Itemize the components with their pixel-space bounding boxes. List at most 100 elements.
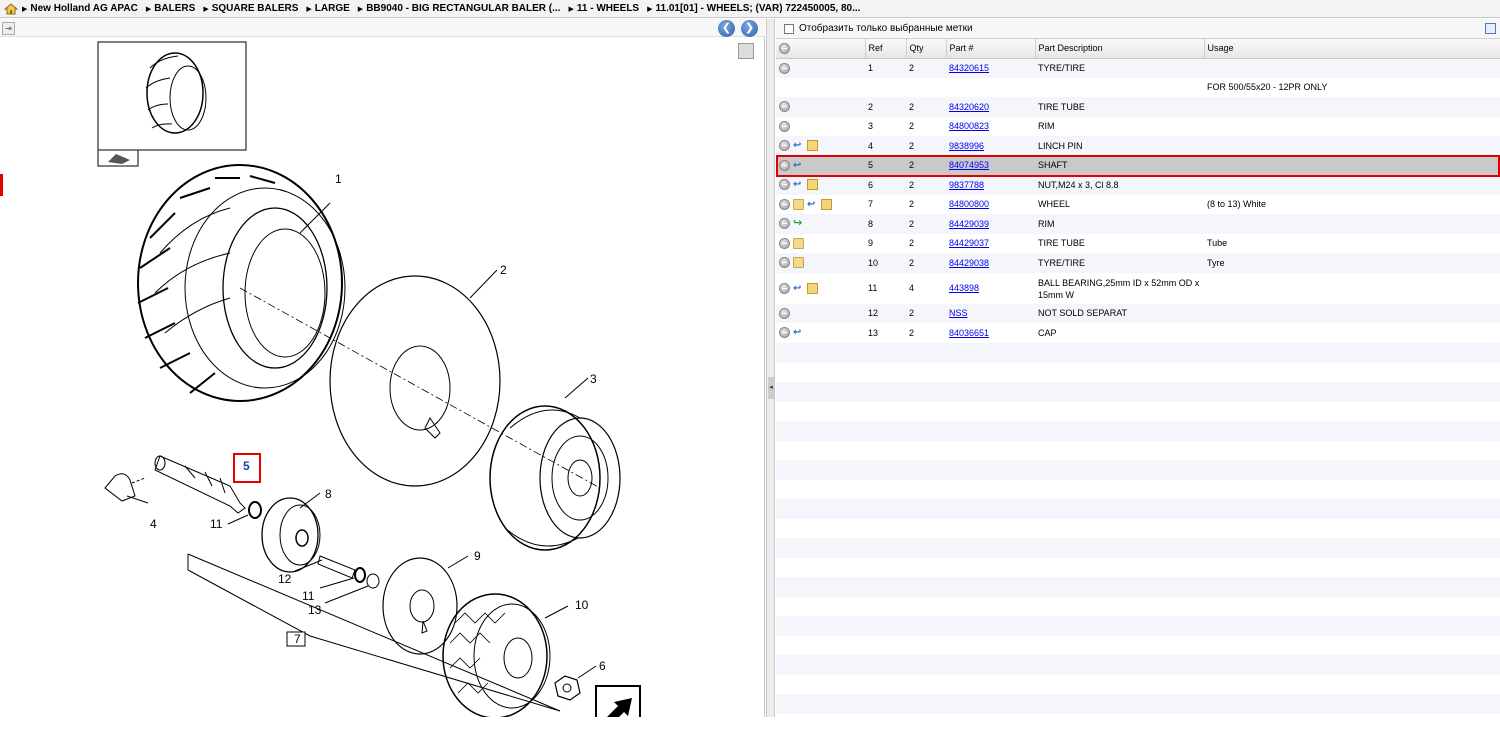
cell-part-number[interactable]: 84320620 <box>946 97 1035 117</box>
table-row[interactable]: ↩5284074953SHAFT <box>776 156 1500 176</box>
replacement-arrow-icon[interactable]: ↩ <box>793 160 804 171</box>
cell-part-number-text[interactable]: 9838996 <box>949 141 984 151</box>
breadcrumb-item[interactable]: ▶11.01[01] - WHEELS; (VAR) 722450005, 80… <box>647 3 860 14</box>
table-row[interactable]: 9284429037TIRE TUBETube <box>776 234 1500 254</box>
callout-label-8[interactable]: 8 <box>325 487 332 501</box>
table-row[interactable]: 10284429038TYRE/TIRETyre <box>776 253 1500 273</box>
callout-label-11[interactable]: 11 <box>302 589 315 603</box>
package-icon[interactable] <box>807 179 818 190</box>
cell-part-number-text[interactable]: 84429037 <box>949 238 989 248</box>
breadcrumb-item[interactable]: ▶New Holland AG APAC <box>22 3 138 14</box>
package-icon[interactable] <box>807 283 818 294</box>
callout-label-3[interactable]: 3 <box>590 372 597 386</box>
replacement-arrow-icon[interactable]: ↩ <box>793 327 804 338</box>
forward-arrow-icon[interactable]: ↪ <box>793 218 804 229</box>
cell-part-number-text[interactable]: 84320620 <box>949 102 989 112</box>
callout-label-2[interactable]: 2 <box>500 263 507 277</box>
table-row[interactable]: FOR 500/55x20 - 12PR ONLY <box>776 78 1500 98</box>
callout-label-5[interactable]: 5 <box>243 459 250 473</box>
table-row[interactable]: 2284320620TIRE TUBE <box>776 97 1500 117</box>
cell-part-number-text[interactable]: 84429038 <box>949 258 989 268</box>
expand-row-icon[interactable] <box>779 140 790 151</box>
cell-part-number[interactable]: 84429038 <box>946 253 1035 273</box>
callout-label-7[interactable]: 7 <box>294 632 301 646</box>
table-row[interactable]: ↩7284800800WHEEL(8 to 13) White <box>776 195 1500 215</box>
cell-part-number-text[interactable]: 9837788 <box>949 180 984 190</box>
expand-row-icon[interactable] <box>779 199 790 210</box>
callout-label-12[interactable]: 12 <box>278 572 292 586</box>
callout-label-1[interactable]: 1 <box>335 172 342 186</box>
callout-label-13[interactable]: 13 <box>308 603 322 617</box>
cell-part-number[interactable]: 84074953 <box>946 156 1035 176</box>
cell-part-number-text[interactable]: NSS <box>949 308 968 318</box>
callout-label-6[interactable]: 6 <box>599 659 606 673</box>
breadcrumb-item[interactable]: ▶SQUARE BALERS <box>203 3 298 14</box>
expand-row-icon[interactable] <box>779 308 790 319</box>
collapse-arrow-icon[interactable]: ◂ <box>768 377 774 399</box>
breadcrumb-item[interactable]: ▶LARGE <box>306 3 349 14</box>
column-header-icons[interactable] <box>776 39 865 58</box>
thumbnail[interactable] <box>98 42 246 166</box>
table-row[interactable]: ↩429838996LINCH PIN <box>776 136 1500 156</box>
expand-row-icon[interactable] <box>779 179 790 190</box>
expand-row-icon[interactable] <box>779 218 790 229</box>
table-row[interactable]: 3284800823RIM <box>776 117 1500 137</box>
cell-part-number-text[interactable]: 84320615 <box>949 63 989 73</box>
cell-part-number-text[interactable]: 84800800 <box>949 199 989 209</box>
next-diagram-button[interactable]: ❯ <box>741 20 758 37</box>
cell-part-number-text[interactable]: 84429039 <box>949 219 989 229</box>
table-row[interactable]: 1284320615TYRE/TIRE <box>776 58 1500 78</box>
breadcrumb-item[interactable]: ▶BALERS <box>146 3 196 14</box>
breadcrumb-item[interactable]: ▶11 - WHEELS <box>568 3 639 14</box>
expand-row-icon[interactable] <box>779 160 790 171</box>
cell-part-number[interactable] <box>946 78 1035 98</box>
callout-label-4[interactable]: 4 <box>150 517 157 531</box>
callout-label-10[interactable]: 10 <box>575 598 589 612</box>
previous-diagram-button[interactable]: ❮ <box>718 20 735 37</box>
next-view-arrow-icon[interactable] <box>596 686 640 717</box>
list-options-icon[interactable] <box>1485 23 1496 34</box>
expand-row-icon[interactable] <box>779 283 790 294</box>
folder-icon[interactable] <box>793 238 804 249</box>
cell-part-number[interactable]: 84429037 <box>946 234 1035 254</box>
cell-part-number-text[interactable]: 84800823 <box>949 121 989 131</box>
column-header-description[interactable]: Part Description <box>1035 39 1204 58</box>
table-row[interactable]: ↩114443898BALL BEARING,25mm ID x 52mm OD… <box>776 273 1500 304</box>
column-header-part-number[interactable]: Part # <box>946 39 1035 58</box>
panel-splitter[interactable]: ◂ <box>766 19 775 717</box>
expand-panel-button[interactable]: ⇥ <box>2 22 15 35</box>
expand-row-icon[interactable] <box>779 257 790 268</box>
replacement-arrow-icon[interactable]: ↩ <box>807 199 818 210</box>
home-icon[interactable] <box>4 3 18 15</box>
package-icon[interactable] <box>807 140 818 151</box>
cell-part-number-text[interactable]: 443898 <box>949 283 979 293</box>
callout-label-9[interactable]: 9 <box>474 549 481 563</box>
table-row[interactable]: ↪8284429039RIM <box>776 214 1500 234</box>
expand-row-icon[interactable] <box>779 327 790 338</box>
cell-part-number[interactable]: 9837788 <box>946 175 1035 195</box>
table-row[interactable]: ↩629837788NUT,M24 x 3, Cl 8.8 <box>776 175 1500 195</box>
folder-icon[interactable] <box>793 257 804 268</box>
cell-part-number[interactable]: 9838996 <box>946 136 1035 156</box>
show-selected-only-checkbox[interactable] <box>784 24 794 34</box>
replacement-arrow-icon[interactable]: ↩ <box>793 283 804 294</box>
cell-part-number[interactable]: 84429039 <box>946 214 1035 234</box>
cell-part-number[interactable]: 84320615 <box>946 58 1035 78</box>
column-header-usage[interactable]: Usage <box>1204 39 1500 58</box>
cell-part-number[interactable]: 84036651 <box>946 323 1035 343</box>
replacement-arrow-icon[interactable]: ↩ <box>793 140 804 151</box>
expand-row-icon[interactable] <box>779 238 790 249</box>
cell-part-number[interactable]: NSS <box>946 304 1035 324</box>
cell-part-number-text[interactable]: 84036651 <box>949 328 989 338</box>
expand-all-icon[interactable] <box>779 43 790 54</box>
breadcrumb-item[interactable]: ▶BB9040 - BIG RECTANGULAR BALER (... <box>358 3 561 14</box>
column-header-qty[interactable]: Qty <box>906 39 946 58</box>
package-icon[interactable] <box>821 199 832 210</box>
expand-row-icon[interactable] <box>779 101 790 112</box>
replacement-arrow-icon[interactable]: ↩ <box>793 179 804 190</box>
cell-part-number[interactable]: 443898 <box>946 273 1035 304</box>
folder-icon[interactable] <box>793 199 804 210</box>
table-row[interactable]: 122NSSNOT SOLD SEPARAT <box>776 304 1500 324</box>
column-header-ref[interactable]: Ref <box>865 39 906 58</box>
cell-part-number[interactable]: 84800800 <box>946 195 1035 215</box>
